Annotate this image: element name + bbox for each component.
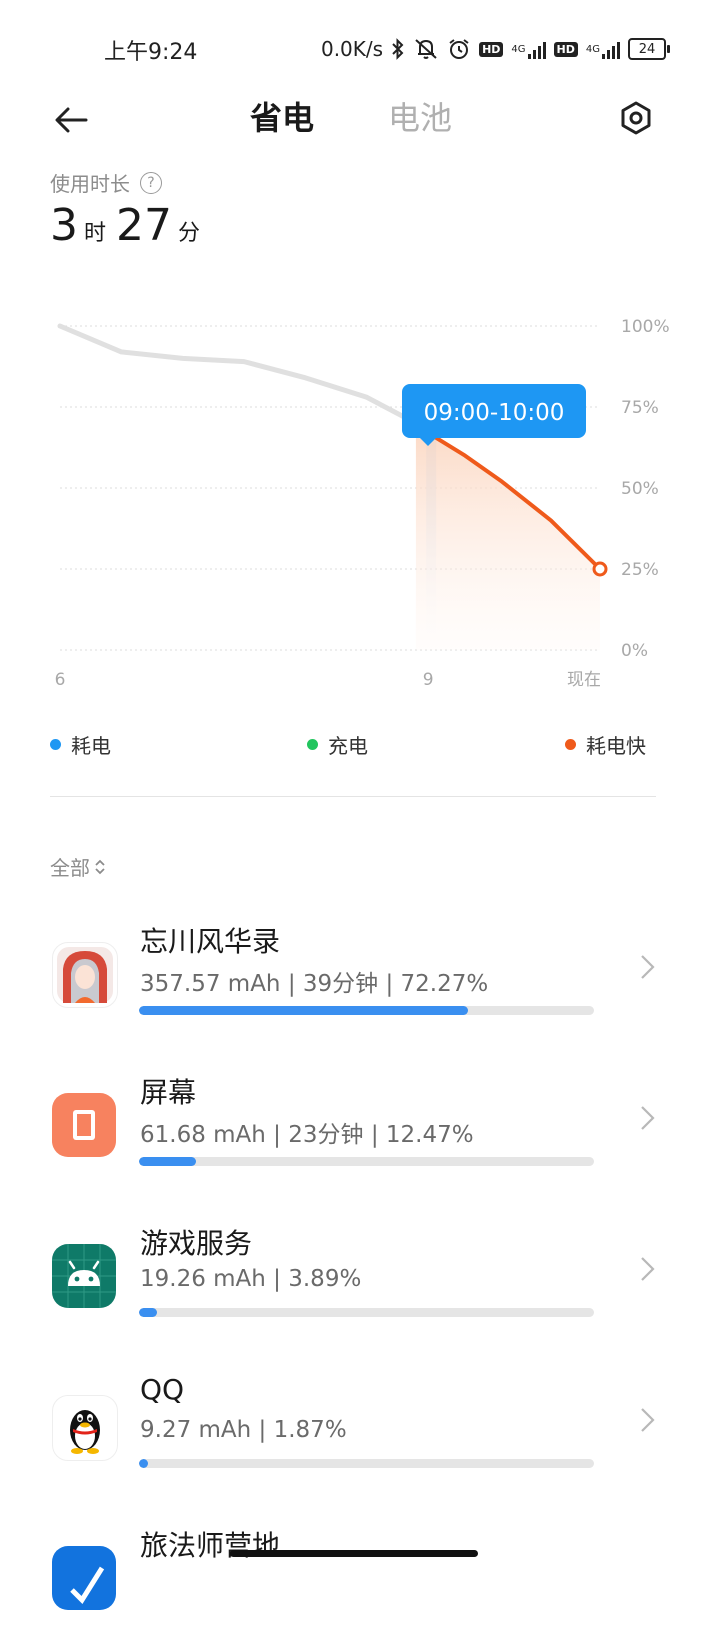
y-tick-label: 100%: [621, 317, 670, 337]
battery-icon: 24: [628, 38, 670, 60]
mute-bell-icon: [413, 36, 439, 62]
arrow-left-icon: [55, 107, 88, 133]
legend-fast-dot: [565, 739, 576, 750]
app-row[interactable]: 游戏服务 19.26 mAh | 3.89%: [0, 1222, 720, 1342]
usage-bar: [139, 1006, 594, 1015]
x-tick-label: 现在: [567, 670, 601, 690]
help-icon[interactable]: ?: [140, 171, 162, 194]
usage-bar: [139, 1157, 594, 1166]
chevron-right-icon: [641, 955, 655, 979]
qq-penguin-icon: [52, 1395, 118, 1461]
chart-legend: 耗电 充电 耗电快: [0, 730, 720, 760]
status-time: 上午9:24: [104, 40, 198, 65]
x-tick-label: 9: [423, 670, 434, 690]
current-point-marker: [592, 561, 608, 577]
usage-bar-fill: [139, 1308, 157, 1317]
settings-button[interactable]: [616, 98, 656, 138]
legend-fast: 耗电快: [565, 730, 646, 759]
android-icon: [52, 1244, 116, 1308]
chevron-right-icon: [641, 1106, 655, 1130]
usage-minutes: 27: [116, 200, 173, 251]
net-speed: 0.0K/s: [320, 37, 384, 61]
x-tick-label: 6: [55, 670, 66, 690]
usage-bar: [139, 1308, 594, 1317]
series-line-consume: [57, 323, 419, 426]
hd-badge: HD: [479, 41, 504, 57]
y-tick-label: 75%: [621, 398, 659, 418]
chevron-updown-icon: [94, 859, 106, 875]
app-row[interactable]: 屏幕 61.68 mAh | 23分钟 | 12.47%: [0, 1071, 720, 1191]
usage-bar-fill: [139, 1157, 196, 1166]
usage-label: 使用时长 ?: [50, 168, 162, 197]
wangchuan-app-icon: [52, 942, 118, 1008]
tab-battery[interactable]: 电池: [388, 96, 452, 140]
legend-charge: 充电: [307, 730, 368, 759]
bluetooth-icon: [391, 36, 405, 62]
usage-hours: 3: [50, 200, 78, 251]
status-icons: 0.0K/s HD 4G HD 4G 24: [320, 34, 670, 64]
lvfashi-app-icon: [52, 1546, 116, 1610]
y-tick-label: 50%: [621, 479, 659, 499]
usage-bar: [139, 1459, 594, 1468]
usage-bar-fill: [139, 1006, 468, 1015]
tab-power-saving[interactable]: 省电: [250, 96, 314, 140]
time-range-tooltip: 09:00-10:00: [402, 384, 586, 446]
header: 省电 电池: [0, 96, 720, 144]
chevron-right-icon: [641, 1257, 655, 1281]
app-row[interactable]: 忘川风华录 357.57 mAh | 39分钟 | 72.27%: [0, 920, 720, 1040]
alarm-icon: [447, 36, 471, 62]
legend-consume: 耗电: [50, 730, 111, 759]
y-tick-label: 0%: [621, 641, 648, 661]
hd-badge-2: HD: [553, 41, 578, 57]
back-button[interactable]: [52, 100, 92, 140]
status-bar: 上午9:24 0.0K/s HD 4G HD 4G 24: [0, 0, 720, 96]
usage-bar-fill: [139, 1459, 148, 1468]
signal-icon: 4G: [511, 36, 546, 62]
app-row[interactable]: 旅法师营地: [0, 1524, 720, 1644]
filter-dropdown[interactable]: 全部: [50, 852, 106, 881]
screen-icon: [52, 1093, 116, 1157]
chevron-right-icon: [641, 1408, 655, 1432]
divider: [50, 796, 656, 797]
signal-icon-2: 4G: [586, 36, 620, 62]
home-indicator[interactable]: [230, 1550, 478, 1557]
battery-chart[interactable]: 100% 75% 50% 25% 0% 6 9 现在 09:00-10:00: [0, 300, 720, 700]
tooltip-text: 09:00-10:00: [424, 400, 565, 426]
gear-icon: [621, 101, 651, 135]
fast-drain-area: [415, 423, 600, 650]
usage-duration: 3 时 27 分: [50, 200, 201, 251]
legend-charge-dot: [307, 739, 318, 750]
app-row[interactable]: QQ 9.27 mAh | 1.87%: [0, 1373, 720, 1493]
y-tick-label: 25%: [621, 560, 659, 580]
legend-consume-dot: [50, 739, 61, 750]
